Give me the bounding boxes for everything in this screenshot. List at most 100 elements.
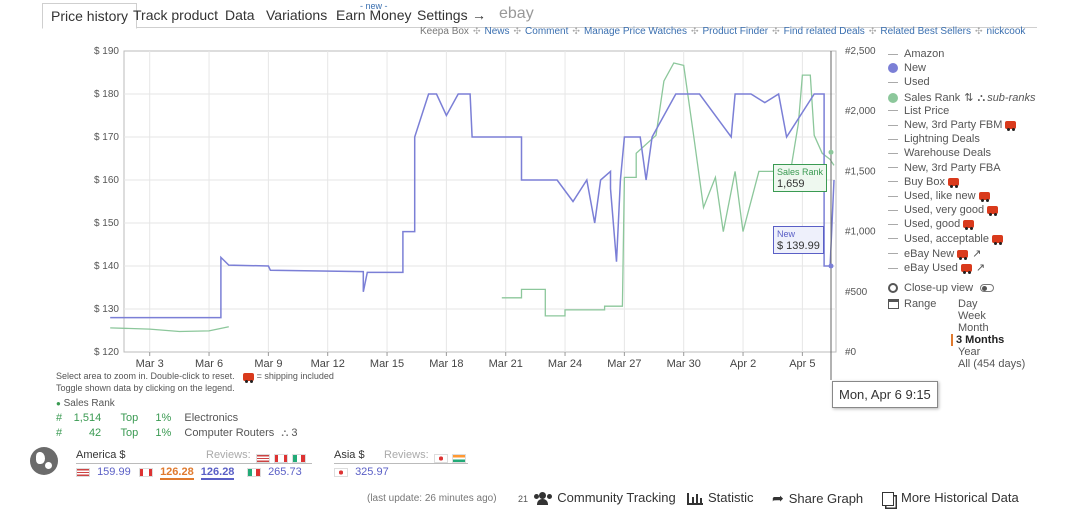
tab-earn-money[interactable]: - new - Earn Money bbox=[336, 1, 411, 23]
price-ca[interactable]: 126.28 126.28 bbox=[139, 466, 235, 480]
legend-line-icon bbox=[888, 53, 898, 55]
search-icon bbox=[888, 283, 898, 294]
legend-item-ebay-used[interactable]: eBay Used ↗ bbox=[888, 261, 985, 275]
legend-item-amazon[interactable]: Amazon bbox=[888, 48, 944, 60]
price-us[interactable]: 159.99 bbox=[76, 466, 131, 478]
link-related-best-sellers[interactable]: Related Best Sellers bbox=[880, 26, 971, 37]
legend-line-icon bbox=[888, 124, 898, 126]
hierarchy-icon: ⛬ bbox=[977, 91, 986, 104]
link-manage-price-watches[interactable]: Manage Price Watches bbox=[584, 26, 687, 37]
y-tick-right-label: #0 bbox=[845, 347, 857, 358]
truck-icon bbox=[987, 206, 999, 217]
legend-label: Used, acceptable bbox=[904, 232, 989, 245]
legend-item-list-price[interactable]: List Price bbox=[888, 105, 949, 117]
legend-item-used-like-new[interactable]: Used, like new bbox=[888, 190, 990, 203]
y-tick-right-label: #500 bbox=[845, 287, 868, 298]
community-tracking-label: Community Tracking bbox=[557, 490, 676, 505]
tab-variations[interactable]: Variations bbox=[266, 7, 327, 23]
legend-item-used-acceptable[interactable]: Used, acceptable bbox=[888, 233, 1003, 245]
legend-item-ebay-new[interactable]: eBay New ↗ bbox=[888, 247, 981, 260]
rank-value: 1,514 bbox=[73, 412, 102, 424]
external-link-icon[interactable]: ↗ bbox=[972, 248, 981, 260]
link-separator: ✣ bbox=[472, 26, 481, 36]
closeup-label: Close-up view bbox=[904, 282, 974, 294]
legend-item-new-3rd-party-fbm[interactable]: New, 3rd Party FBM bbox=[888, 119, 1017, 132]
legend-label: Used bbox=[904, 76, 930, 89]
legend-dot-icon bbox=[888, 63, 898, 74]
y-tick-left-label: $ 140 bbox=[94, 261, 119, 272]
tab-settings[interactable]: Settings bbox=[417, 7, 468, 23]
share-graph-button[interactable]: ➦ Share Graph bbox=[772, 490, 863, 507]
legend-item-new[interactable]: New bbox=[888, 62, 926, 74]
tab-price-history[interactable]: Price history bbox=[42, 3, 138, 29]
sales-rank-title[interactable]: ● Sales Rank bbox=[56, 398, 115, 409]
asia-label: Asia $ bbox=[334, 449, 365, 461]
legend-item-new-3rd-party-fba[interactable]: New, 3rd Party FBA bbox=[888, 162, 1001, 174]
x-tick-label: Mar 12 bbox=[311, 358, 345, 370]
tab-data[interactable]: Data bbox=[225, 7, 255, 23]
link-product-finder[interactable]: Product Finder bbox=[703, 26, 769, 37]
range-label: Range bbox=[904, 298, 937, 310]
legend-item-used[interactable]: Used bbox=[888, 76, 930, 88]
ca-flag-icon bbox=[139, 467, 153, 477]
link-comment[interactable]: Comment bbox=[525, 26, 568, 37]
tab-bar: Price history Track product Data Variati… bbox=[42, 1, 1037, 29]
community-tracking-button[interactable]: 21 Community Tracking bbox=[518, 490, 676, 506]
legend-item-used-good[interactable]: Used, good bbox=[888, 218, 975, 231]
globe-icon bbox=[30, 447, 58, 475]
y-tick-left-label: $ 160 bbox=[94, 175, 119, 186]
asia-divider bbox=[334, 463, 468, 464]
legend-label: New, 3rd Party FBM bbox=[904, 119, 1003, 131]
y-tick-right-label: #2,500 bbox=[845, 46, 876, 57]
jp-flag-icon bbox=[434, 454, 448, 464]
x-tick-label: Mar 6 bbox=[195, 358, 223, 370]
link-nickcook[interactable]: nickcook bbox=[987, 26, 1026, 37]
range-option-month[interactable]: Month bbox=[958, 322, 989, 334]
sort-icon[interactable]: ⇅ bbox=[964, 92, 973, 104]
truck-icon bbox=[992, 234, 1003, 245]
y-tick-left-label: $ 120 bbox=[94, 347, 119, 358]
legend-label: Used, like new bbox=[904, 190, 976, 202]
legend-item-lightning-deals[interactable]: Lightning Deals bbox=[888, 133, 980, 145]
category-electronics[interactable]: Electronics bbox=[184, 412, 238, 424]
tab-track-product[interactable]: Track product bbox=[133, 7, 218, 23]
range-option-all-454-days-[interactable]: All (454 days) bbox=[958, 358, 1025, 370]
closeup-toggle[interactable]: Close-up view bbox=[888, 282, 995, 294]
legend-label: New, 3rd Party FBA bbox=[904, 161, 1001, 174]
x-tick-label: Mar 18 bbox=[429, 358, 463, 370]
link-keepa-box[interactable]: Keepa Box bbox=[420, 26, 469, 37]
range-option-3-months[interactable]: 3 Months bbox=[951, 334, 1004, 346]
in-flag-icon bbox=[452, 454, 466, 464]
external-link-icon[interactable]: ↗ bbox=[976, 262, 985, 274]
last-update: (last update: 26 minutes ago) bbox=[367, 493, 497, 504]
sub-ranks-link[interactable]: sub-ranks bbox=[987, 92, 1035, 104]
rank-value: 42 bbox=[88, 427, 102, 439]
x-tick-label: Mar 30 bbox=[667, 358, 701, 370]
link-find-related-deals[interactable]: Find related Deals bbox=[784, 26, 865, 37]
range-option-week[interactable]: Week bbox=[958, 310, 986, 322]
ca-flag-icon bbox=[274, 454, 288, 464]
range-option-year[interactable]: Year bbox=[958, 346, 980, 358]
sales-rank-row-1: # 1,514 Top 1% Electronics bbox=[56, 412, 238, 424]
legend-item-warehouse-deals[interactable]: Warehouse Deals bbox=[888, 147, 991, 159]
tab-ebay[interactable]: ebay bbox=[499, 5, 534, 23]
x-tick-label: Apr 2 bbox=[730, 358, 756, 370]
range-option-day[interactable]: Day bbox=[958, 298, 978, 310]
price-mx[interactable]: 265.73 bbox=[247, 466, 302, 478]
statistic-button[interactable]: Statistic bbox=[687, 490, 754, 505]
category-computer-routers[interactable]: Computer Routers bbox=[184, 427, 274, 439]
price-jp[interactable]: 325.97 bbox=[334, 466, 389, 478]
america-divider bbox=[76, 463, 312, 464]
more-historical-data-button[interactable]: More Historical Data bbox=[882, 490, 1019, 506]
x-tick-label: Mar 15 bbox=[370, 358, 404, 370]
link-row: Keepa Box ✣ News ✣ Comment ✣ Manage Price Watc… bbox=[420, 26, 1040, 37]
y-tick-right-label: #1,000 bbox=[845, 227, 876, 238]
legend-item-buy-box[interactable]: Buy Box bbox=[888, 176, 959, 188]
legend-item-sales-rank[interactable]: Sales Rank ⇅ ⛬ sub-ranks bbox=[888, 91, 1035, 105]
toggle-switch[interactable] bbox=[980, 284, 995, 293]
legend-line-icon bbox=[888, 209, 898, 211]
legend-item-used-very-good[interactable]: Used, very good bbox=[888, 204, 999, 217]
link-news[interactable]: News bbox=[484, 26, 509, 37]
us-flag-icon bbox=[76, 467, 90, 477]
mx-flag-icon bbox=[292, 454, 306, 464]
